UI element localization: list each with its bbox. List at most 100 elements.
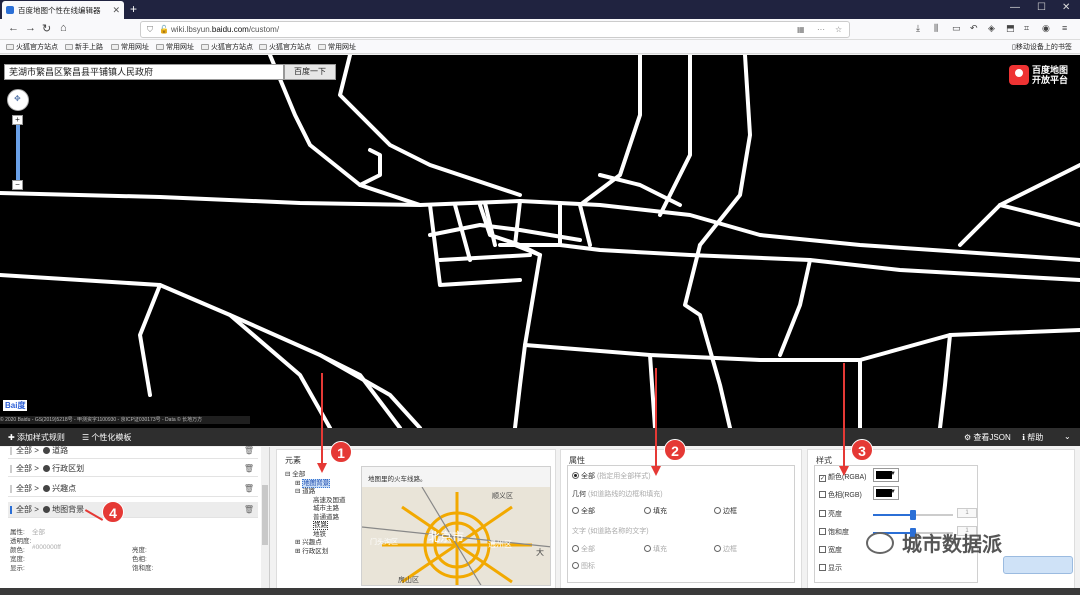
- pan-control[interactable]: ✥: [7, 89, 29, 111]
- lightness-checkbox[interactable]: 亮度: [819, 509, 842, 519]
- bookmark-item[interactable]: 火狐官方站点: [201, 42, 253, 52]
- element-tree[interactable]: ⊟ 全部 ⊞ 地图背景 ⊟ 道路 高速及国道 城市主路 普通道路 铁路 地铁 ⊞…: [285, 471, 346, 556]
- map-canvas[interactable]: 芜湖市繁昌区繁昌县平铺镇人民政府 百度一下 ✥ + − 百度地图 开放平台 Bai…: [0, 55, 1080, 428]
- bookmark-item[interactable]: 常用网址: [318, 42, 356, 52]
- dropdown-icon: ▼: [890, 489, 896, 495]
- geo-fill-radio[interactable]: 填充: [644, 506, 667, 516]
- rule-item[interactable]: 全部 > 道路 🗑: [8, 443, 258, 459]
- url-bar[interactable]: wiki.lbsyun.baidu.com/custom/ ⛉ 🔓 ▦ ··· …: [140, 21, 850, 38]
- folder-icon: [65, 44, 73, 50]
- width-checkbox[interactable]: 宽度: [819, 545, 842, 555]
- add-rule-button[interactable]: ✚ 添加样式规则: [8, 432, 65, 443]
- rules-panel: 全部 > 道路 🗑 全部 > 行政区划 🗑 全部 > 兴趣点 🗑 全部 > 地图背景 🗑…: [0, 446, 270, 595]
- bookmark-item[interactable]: 新手上路: [65, 42, 103, 52]
- elements-title: 元素: [285, 456, 301, 465]
- element-preview: 地图里的火车线路。 顺义区 北京市 门头沟区 通州区 房山区 大: [361, 466, 551, 586]
- bookmark-item[interactable]: 常用网址: [111, 42, 149, 52]
- tree-item[interactable]: 高速及国道: [285, 497, 346, 506]
- watermark: 城市数据派: [866, 528, 1002, 557]
- map-copyright: © 2020 Baidu - GS(2019)5218号 - 甲测资字11009…: [0, 416, 250, 424]
- text-border-radio[interactable]: 边框: [714, 544, 737, 554]
- template-button[interactable]: ☰ 个性化模板: [82, 432, 131, 443]
- bookmark-item[interactable]: 火狐官方站点: [259, 42, 311, 52]
- shield-ext-icon[interactable]: ⬒: [1006, 23, 1015, 34]
- tree-item-road[interactable]: 道路: [302, 488, 315, 495]
- slider-knob[interactable]: [910, 510, 916, 520]
- road-network: [0, 55, 1080, 428]
- trash-icon[interactable]: 🗑: [244, 502, 254, 518]
- rule-properties: 属性: 全部 透明度: 颜色: #000000ff 亮度: 宽度: 色相: 显示: 饱和度…: [10, 529, 154, 572]
- folder-icon: [259, 44, 267, 50]
- shield-icon[interactable]: ⛉: [147, 22, 153, 37]
- library-icon[interactable]: ⫼: [934, 23, 938, 34]
- map-search-input[interactable]: 芜湖市繁昌区繁昌县平铺镇人民政府: [4, 64, 284, 80]
- map-search-button[interactable]: 百度一下: [284, 64, 336, 80]
- account-icon[interactable]: ◉: [1042, 23, 1050, 34]
- annotation-badge-2: 2: [664, 439, 686, 461]
- zoom-in-button[interactable]: +: [12, 115, 23, 125]
- geo-border-radio[interactable]: 边框: [714, 506, 737, 516]
- geo-all-radio[interactable]: 全部: [572, 506, 595, 516]
- zoom-out-button[interactable]: −: [12, 180, 23, 190]
- text-icon-radio[interactable]: 图标: [572, 561, 595, 571]
- crop-icon[interactable]: ⌗: [1024, 23, 1029, 34]
- rule-item-map-background[interactable]: 全部 > 地图背景 🗑: [8, 502, 258, 518]
- tree-item[interactable]: 地铁: [285, 531, 346, 540]
- trash-icon[interactable]: 🗑: [244, 481, 254, 497]
- insecure-lock-icon[interactable]: 🔓: [159, 22, 169, 37]
- show-checkbox[interactable]: 显示: [819, 563, 842, 573]
- text-all-radio[interactable]: 全部: [572, 544, 595, 554]
- globe-icon: [43, 465, 51, 472]
- floating-widget[interactable]: [1003, 556, 1073, 574]
- menu-icon[interactable]: ≡: [1062, 23, 1067, 33]
- tree-item-map-background[interactable]: 地图背景: [302, 478, 331, 488]
- tree-item-railway[interactable]: 铁路: [313, 521, 328, 530]
- home-icon[interactable]: ⌂: [60, 22, 67, 34]
- qr-icon[interactable]: ▦: [797, 22, 805, 37]
- help-button[interactable]: ℹ 帮助: [1022, 432, 1043, 443]
- window-close-icon[interactable]: ✕: [1062, 2, 1070, 13]
- rule-item[interactable]: 全部 > 兴趣点 🗑: [8, 481, 258, 497]
- bookmark-item[interactable]: 常用网址: [156, 42, 194, 52]
- text-fill-radio[interactable]: 填充: [644, 544, 667, 554]
- tree-item[interactable]: 行政区划: [302, 548, 328, 555]
- tree-item[interactable]: 城市主路: [285, 505, 346, 514]
- attributes-section: 属性 全部 (指定用全部样式) 几何 (如道路线的边框和填充) 全部 填充 边框…: [560, 449, 802, 595]
- bookmark-star-icon[interactable]: ☆: [835, 22, 842, 37]
- attr-all-radio[interactable]: 全部 (指定用全部样式): [572, 471, 651, 481]
- hue-picker[interactable]: ▼: [873, 486, 899, 500]
- maximize-icon[interactable]: ☐: [1037, 2, 1046, 13]
- minimize-icon[interactable]: —: [1010, 2, 1020, 13]
- sidebar-icon[interactable]: ▭: [952, 23, 961, 34]
- lightness-value[interactable]: 1: [957, 508, 977, 518]
- saturation-checkbox[interactable]: 饱和度: [819, 527, 849, 537]
- new-tab-icon[interactable]: +: [130, 2, 137, 16]
- browser-tab[interactable]: 百度地图个性在线编辑器 ✕: [2, 1, 124, 19]
- back-icon[interactable]: ←: [8, 22, 19, 34]
- scrollbar-thumb[interactable]: [262, 485, 268, 545]
- reload-icon[interactable]: ↻: [42, 22, 51, 35]
- mobile-bookmarks[interactable]: ▯ 移动设备上的书签: [1012, 42, 1072, 52]
- download-icon[interactable]: ⤓: [916, 23, 920, 34]
- taskbar-strip: [0, 588, 1080, 595]
- bookmark-item[interactable]: 火狐官方站点: [6, 42, 58, 52]
- trash-icon[interactable]: 🗑: [244, 443, 254, 459]
- more-icon[interactable]: ···: [817, 22, 825, 37]
- hue-checkbox[interactable]: 色相(RGB): [819, 490, 862, 500]
- rule-item[interactable]: 全部 > 行政区划 🗑: [8, 461, 258, 477]
- collapse-chevron-icon[interactable]: ⌄: [1064, 432, 1071, 441]
- close-tab-icon[interactable]: ✕: [112, 5, 120, 16]
- annotation-arrow-2: [655, 368, 657, 468]
- view-json-button[interactable]: ⚙ 查看JSON: [964, 432, 1011, 443]
- map-pin-icon: [1009, 65, 1029, 85]
- trash-icon[interactable]: 🗑: [244, 461, 254, 477]
- extension-icon[interactable]: ◈: [988, 23, 995, 34]
- undo-icon[interactable]: ↶: [970, 23, 978, 34]
- preview-label: 大: [536, 548, 544, 557]
- zoom-slider-track[interactable]: [16, 115, 20, 187]
- lightness-slider[interactable]: [873, 510, 953, 520]
- rules-scrollbar[interactable]: [261, 447, 269, 595]
- forward-icon[interactable]: →: [25, 22, 36, 34]
- color-picker[interactable]: ▼: [873, 468, 899, 482]
- tree-item[interactable]: 兴趣点: [302, 539, 322, 546]
